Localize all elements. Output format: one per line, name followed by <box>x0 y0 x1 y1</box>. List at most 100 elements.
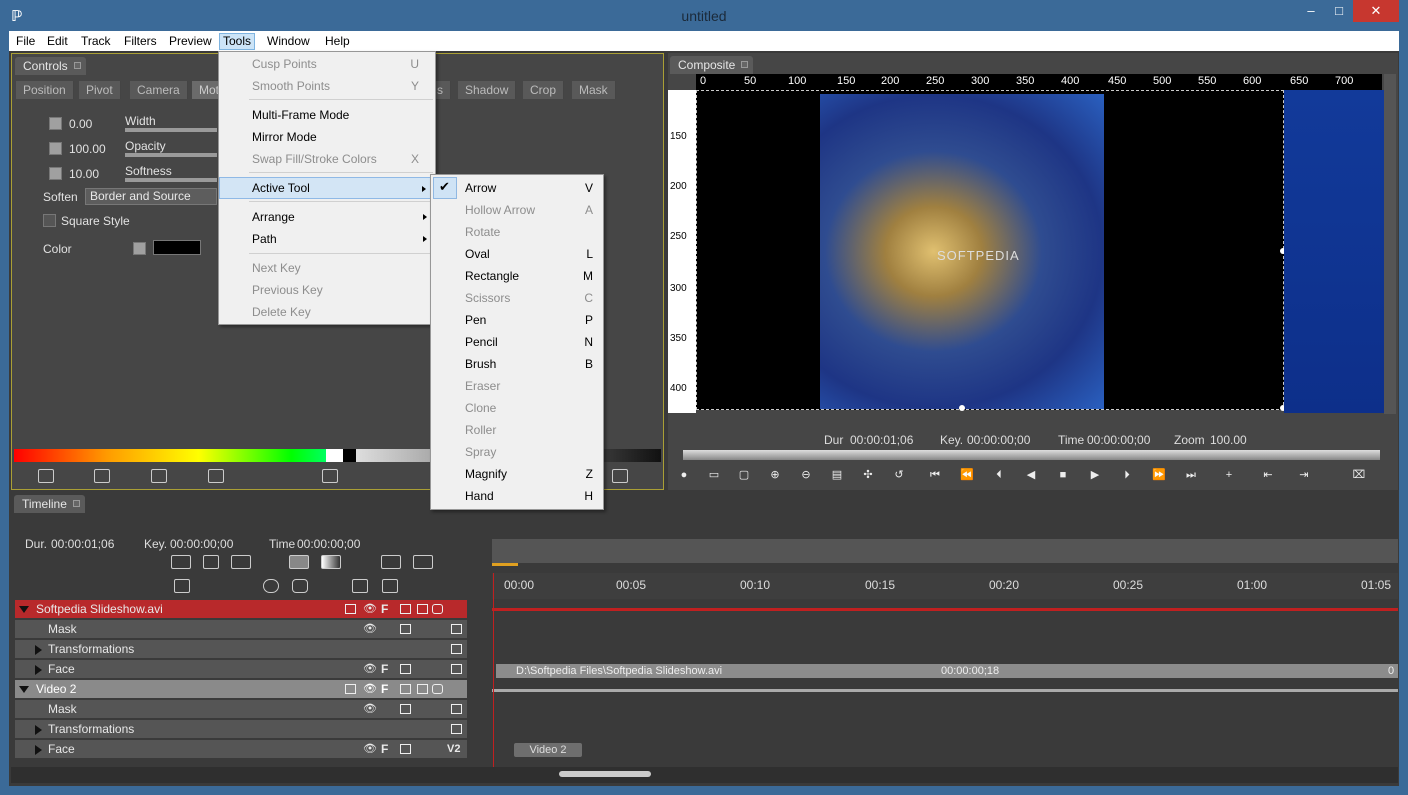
menu-cusp-points[interactable]: Cusp Points U <box>219 53 435 75</box>
menu-edit[interactable]: Edit <box>44 33 71 50</box>
go-to-end-icon[interactable]: ⏭ <box>1183 468 1199 482</box>
square-style-checkbox[interactable] <box>43 214 56 227</box>
tool-split-icon[interactable] <box>208 469 224 483</box>
step-back-icon[interactable]: ⏴ <box>991 468 1007 482</box>
track-row[interactable]: Video 2 👁 F <box>15 680 467 699</box>
subtab-pivot[interactable]: Pivot <box>79 81 121 99</box>
menu-path[interactable]: Path <box>219 228 435 250</box>
menu-filters[interactable]: Filters <box>121 33 160 50</box>
text-track-icon[interactable] <box>352 579 368 593</box>
collapse-icon[interactable] <box>19 606 29 613</box>
tool-frame-icon[interactable] <box>322 469 338 483</box>
monitor-icon[interactable] <box>400 604 411 614</box>
tool-rect-icon[interactable] <box>94 469 110 483</box>
opacity-keyframe-checkbox[interactable] <box>49 142 62 155</box>
zoom-in-icon[interactable]: ⊕ <box>767 468 783 482</box>
film-track-icon[interactable] <box>451 664 462 674</box>
film-icon[interactable] <box>413 555 433 569</box>
track-row[interactable]: Softpedia Slideshow.avi 👁 F <box>15 600 467 619</box>
gradient-fill-icon[interactable] <box>321 555 341 569</box>
key-left-icon[interactable]: ⇤ <box>1260 468 1276 482</box>
safe-area-icon[interactable]: ✣ <box>860 468 876 482</box>
subtab-camera[interactable]: Camera <box>130 81 188 99</box>
playhead[interactable] <box>493 573 494 778</box>
mask-track-icon[interactable] <box>451 624 462 634</box>
opacity-value[interactable]: 100.00 <box>69 142 106 156</box>
image-track-icon[interactable] <box>381 555 401 569</box>
menu-arrange[interactable]: Arrange <box>219 206 435 228</box>
expand-icon[interactable] <box>35 645 42 655</box>
monitor-icon[interactable] <box>400 624 411 634</box>
open-folder-icon[interactable] <box>443 555 463 569</box>
play-icon[interactable]: ▶ <box>1087 468 1103 482</box>
width-slider[interactable] <box>125 128 217 132</box>
add-key-icon[interactable]: + <box>1221 468 1237 482</box>
track-row[interactable]: Transformations <box>15 720 467 739</box>
subtab-shadow[interactable]: Shadow <box>458 81 517 99</box>
loop-icon[interactable]: ↺ <box>891 468 907 482</box>
tool-pen[interactable]: Pen P <box>431 309 603 331</box>
menu-window[interactable]: Window <box>264 33 313 50</box>
color-swatch[interactable] <box>153 240 201 255</box>
rect-toggle-icon[interactable]: ▢ <box>736 468 752 482</box>
tool-oval[interactable]: Oval L <box>431 243 603 265</box>
particles-icon[interactable] <box>412 579 428 593</box>
tool-pen-icon[interactable] <box>379 469 395 483</box>
face-f-icon[interactable]: F <box>381 660 388 679</box>
tool-bezier-icon[interactable] <box>265 469 281 483</box>
visibility-box-icon[interactable] <box>345 604 356 614</box>
track-row[interactable]: Face 👁 F <box>15 660 467 679</box>
softness-keyframe-checkbox[interactable] <box>49 167 62 180</box>
mask-icon[interactable]: ▭ <box>706 468 722 482</box>
tool-roller[interactable]: Roller <box>431 419 603 441</box>
expand-icon[interactable] <box>35 725 42 735</box>
lock-icon[interactable] <box>432 684 443 694</box>
tool-scissors[interactable]: Scissors C <box>431 287 603 309</box>
softness-value[interactable]: 10.00 <box>69 167 99 181</box>
visibility-box-icon[interactable] <box>345 684 356 694</box>
p-icon[interactable] <box>203 555 219 569</box>
tool-hand[interactable]: Hand H <box>431 485 603 507</box>
eye-icon[interactable]: 👁 <box>363 660 377 679</box>
monitor-icon[interactable] <box>400 664 411 674</box>
track-row[interactable]: Mask 👁 <box>15 700 467 719</box>
monitor-icon[interactable] <box>400 704 411 714</box>
tool-hollow-arrow[interactable]: Hollow Arrow A <box>431 199 603 221</box>
tool-rotate[interactable]: Rotate <box>431 221 603 243</box>
monitor-icon[interactable] <box>400 684 411 694</box>
cube-icon[interactable] <box>233 579 249 593</box>
solid-fill-icon[interactable] <box>289 555 309 569</box>
bezier-track-icon[interactable] <box>353 555 369 569</box>
tool-rectangle[interactable]: Rectangle M <box>431 265 603 287</box>
lock-icon[interactable] <box>432 604 443 614</box>
tool-pencil[interactable]: Pencil N <box>431 331 603 353</box>
softness-slider[interactable] <box>125 178 217 182</box>
track-keyline[interactable] <box>492 689 1398 692</box>
menu-multi-frame-mode[interactable]: Multi-Frame Mode <box>219 104 435 126</box>
monitor-icon[interactable] <box>400 744 411 754</box>
snapshot-icon[interactable]: ⌧ <box>1351 468 1367 482</box>
face-f-icon[interactable]: F <box>381 680 388 699</box>
tool-rect-gradient-icon[interactable] <box>151 469 167 483</box>
eye-icon[interactable]: 👁 <box>363 680 377 699</box>
track-keyline[interactable] <box>492 608 1398 611</box>
composite-time-slider[interactable] <box>683 450 1380 460</box>
sphere-icon[interactable] <box>263 579 279 593</box>
width-value[interactable]: 0.00 <box>69 117 92 131</box>
selection-handle[interactable] <box>959 405 965 411</box>
face-f-icon[interactable]: F <box>381 600 388 619</box>
tool-magnify[interactable]: Magnify Z <box>431 463 603 485</box>
close-button[interactable]: ✕ <box>1353 0 1399 22</box>
play-reverse-icon[interactable]: ◀ <box>1023 468 1039 482</box>
menu-smooth-points[interactable]: Smooth Points Y <box>219 75 435 97</box>
work-area-marker[interactable] <box>492 563 518 566</box>
track-row[interactable]: Face 👁 F V2 <box>15 740 467 759</box>
timeline-zoom-slider[interactable] <box>559 771 651 777</box>
menu-next-key[interactable]: Next Key <box>219 257 435 279</box>
color-channels-icon[interactable]: ▤ <box>829 468 845 482</box>
track-row[interactable]: Mask 👁 <box>15 620 467 639</box>
menu-track[interactable]: Track <box>78 33 114 50</box>
filter-icon[interactable] <box>417 684 428 694</box>
tool-arrow[interactable]: Arrow V <box>431 177 603 199</box>
subtab-mask[interactable]: Mask <box>572 81 616 99</box>
